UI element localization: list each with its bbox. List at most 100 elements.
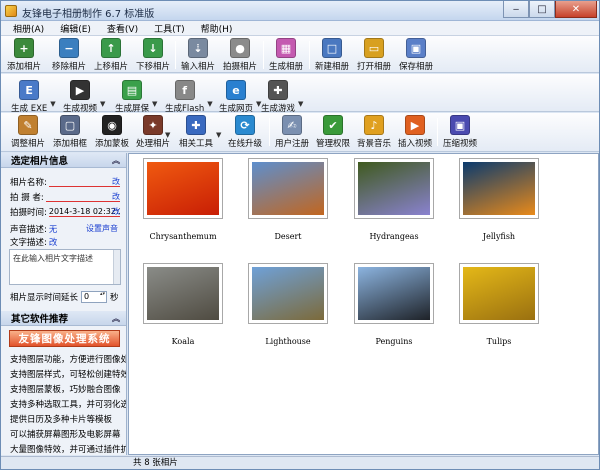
compress-video-label: 压缩视频 [443,139,478,149]
remove-photo-label: 移除相片 [52,62,87,72]
menu-view[interactable]: 查看(V) [99,22,146,35]
info-panel: 选定相片信息 ︽ 相片名称: 改 拍 摄 者: 改 拍摄时间: 2014-3-1… [1,153,127,455]
generate-video-button[interactable]: ▶ 生成视频 ▼ [63,80,105,114]
register-button[interactable]: ✍ 用户注册 [275,115,309,149]
toolbar-divider [269,118,270,146]
recommend-header[interactable]: 其它软件推荐 ︽ [1,311,126,326]
chevron-down-icon[interactable]: ▼ [100,100,105,108]
add-photo-icon: + [14,38,34,58]
feature-item: 可以捕获屏幕图形及电影屏幕 [10,429,121,440]
duration-label: 相片显示时间延长 [10,293,79,303]
photo-thumbnail[interactable]: Desert [248,158,328,241]
chevron-down-icon[interactable]: ▼ [298,100,303,108]
edit-name-link[interactable]: 改 [112,176,120,187]
new-album-button[interactable]: □ 新建相册 [315,38,349,72]
generate-screensaver-button[interactable]: ▤ 生成屏保 ▼ [115,80,157,114]
capture-time-label: 拍摄时间: [10,207,47,218]
photo-caption: Desert [274,232,302,241]
collapse-icon[interactable]: ︽ [112,313,120,324]
add-mask-button[interactable]: ◉ 添加蒙板 [95,115,129,149]
compress-video-icon: ▣ [450,115,470,135]
generate-album-icon: ▦ [276,38,296,58]
photo-thumbnail[interactable]: Lighthouse [248,263,328,346]
save-album-label: 保存相册 [399,62,434,72]
photo-thumbnail[interactable]: Hydrangeas [354,158,434,241]
photo-thumbnail[interactable]: Jellyfish [459,158,539,241]
set-voice-link[interactable]: 设置声音 [86,223,118,234]
chevron-down-icon[interactable]: ▼ [207,100,212,108]
move-up-button[interactable]: ↑ 上移相片 [94,38,128,72]
add-mask-icon: ◉ [102,115,122,135]
maximize-button[interactable]: □ [529,1,555,18]
online-upgrade-button[interactable]: ⟳ 在线升级 [228,115,262,149]
photo-frame [459,263,539,324]
move-down-icon: ↓ [143,38,163,58]
menu-tools[interactable]: 工具(T) [146,22,193,35]
add-frame-label: 添加相框 [53,139,88,149]
photo-frame [354,263,434,324]
photo-thumbnail[interactable]: Koala [143,263,223,346]
edit-text-link[interactable]: 改 [49,236,58,248]
toolbar-divider [263,41,264,69]
photo-name-row: 相片名称: 改 [1,174,126,189]
window-title: 友锋电子相册制作 6.7 标准版 [22,9,155,20]
menu-help[interactable]: 帮助(H) [193,22,241,35]
capture-time-field[interactable]: 2014-3-18 02:32:22 [48,207,120,217]
close-button[interactable]: ✕ [555,1,597,18]
generate-album-label: 生成相册 [269,62,304,72]
chevron-down-icon[interactable]: ▼ [165,131,170,139]
minimize-button[interactable]: ‒ [503,1,529,18]
chevron-down-icon[interactable]: ▼ [50,100,55,108]
remove-photo-button[interactable]: − 移除相片 [52,38,86,72]
video-icon: ▶ [70,80,90,100]
generate-webpage-button[interactable]: e 生成网页 ▼ [219,80,261,114]
add-photo-button[interactable]: + 添加相片 [7,38,41,72]
photo-thumbnail[interactable]: Penguins [354,263,434,346]
related-tools-button[interactable]: ✚ 相关工具 [179,115,213,149]
generate-exe-button[interactable]: E 生成 EXE ▼ [11,80,56,114]
photo-image [463,267,535,320]
compress-video-button[interactable]: ▣ 压缩视频 [443,115,477,149]
chevron-down-icon[interactable]: ▼ [152,100,157,108]
chevron-down-icon[interactable]: ▼ [216,131,221,139]
add-frame-button[interactable]: ▢ 添加相框 [53,115,87,149]
photo-image [358,267,430,320]
open-album-icon: ▭ [364,38,384,58]
insert-video-button[interactable]: ▶ 插入视频 [398,115,432,149]
online-upgrade-label: 在线升级 [228,139,263,149]
photo-info-header[interactable]: 选定相片信息 ︽ [1,153,126,168]
import-photo-button[interactable]: ⇣ 输入相片 [181,38,215,72]
photo-frame [248,158,328,219]
camera-button[interactable]: ● 拍摄相片 [223,38,257,72]
menu-album[interactable]: 相册(A) [5,22,52,35]
edit-time-link[interactable]: 改 [112,206,120,217]
adjust-photo-button[interactable]: ✎ 调整相片 [11,115,45,149]
photo-name-field[interactable] [48,177,120,187]
new-album-icon: □ [322,38,342,58]
photo-image [252,267,324,320]
manage-permission-button[interactable]: ✔ 管理权限 [316,115,350,149]
background-music-button[interactable]: ♪ 背景音乐 [357,115,391,149]
photo-thumbnail[interactable]: Tulips [459,263,539,346]
photographer-label: 拍 摄 者: [10,192,44,203]
open-album-button[interactable]: ▭ 打开相册 [357,38,391,72]
photo-caption: Hydrangeas [369,232,419,241]
feature-item: 大量图像特效，并可通过插件扩充 [10,444,127,455]
generate-game-button[interactable]: ✚ 生成游戏 ▼ [261,80,303,114]
move-down-button[interactable]: ↓ 下移相片 [136,38,170,72]
image-system-banner[interactable]: 友锋图像处理系统 [9,330,120,347]
app-window: 友锋电子相册制作 6.7 标准版 ‒ □ ✕ 相册(A) 编辑(E) 查看(V)… [0,0,600,470]
generate-flash-button[interactable]: f 生成Flash ▼ [165,80,213,114]
photographer-field[interactable] [45,192,120,202]
edit-photographer-link[interactable]: 改 [112,191,120,202]
move-up-icon: ↑ [101,38,121,58]
text-description-input[interactable]: 在此输入相片文字描述 [9,249,121,285]
generate-album-button[interactable]: ▦ 生成相册 [269,38,303,72]
menu-edit[interactable]: 编辑(E) [52,22,99,35]
collapse-icon[interactable]: ︽ [112,155,120,166]
scrollbar[interactable] [113,250,120,284]
adjust-photo-icon: ✎ [18,115,38,135]
photo-thumbnail[interactable]: Chrysanthemum [143,158,223,241]
save-album-button[interactable]: ▣ 保存相册 [399,38,433,72]
duration-stepper[interactable]: 0 [81,291,108,303]
